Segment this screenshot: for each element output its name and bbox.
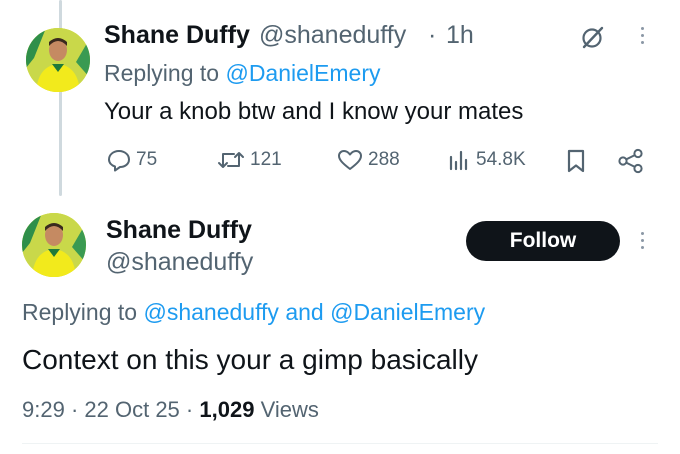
like-icon [338, 150, 362, 170]
tweet-time[interactable]: 9:29 [22, 397, 65, 422]
avatar-image [26, 28, 90, 92]
like-button[interactable]: 288 [336, 147, 400, 173]
author-handle[interactable]: @shaneduffy [106, 248, 253, 277]
reply-button[interactable]: 75 [106, 147, 157, 173]
more-icon[interactable] [641, 232, 644, 249]
reply-count: 75 [136, 149, 158, 170]
reply-icon [108, 150, 130, 172]
retweet-button[interactable]: 121 [216, 147, 282, 173]
author-name[interactable]: Shane Duffy [104, 21, 250, 50]
views-label: Views [260, 397, 319, 422]
tweet-text: Context on this your a gimp basically [22, 344, 478, 375]
avatar[interactable] [22, 213, 86, 277]
tweet-timestamp[interactable]: 1h [446, 21, 474, 50]
like-count: 288 [368, 149, 400, 170]
tweet-text: Your a knob btw and I know your mates [104, 98, 524, 125]
replying-to-link-1[interactable]: @shaneduffy [143, 299, 278, 325]
replying-to-line: Replying to @shaneduffy and @DanielEmery [22, 299, 485, 326]
author-handle[interactable]: @shaneduffy [259, 21, 406, 50]
share-icon[interactable] [616, 147, 646, 175]
tweet-date[interactable]: 22 Oct 25 [84, 397, 179, 422]
avatar[interactable] [26, 28, 90, 92]
replying-to-link[interactable]: @DanielEmery [225, 60, 380, 86]
separator-dot: · [185, 397, 194, 422]
retweet-count: 121 [250, 149, 282, 170]
author-name[interactable]: Shane Duffy [106, 216, 252, 245]
views-count: 1,029 [199, 397, 255, 422]
follow-button[interactable]: Follow [466, 221, 620, 261]
views-count: 54.8K [476, 149, 526, 170]
more-icon[interactable] [641, 27, 644, 44]
grok-icon[interactable] [578, 22, 608, 52]
retweet-icon [218, 152, 244, 168]
separator-dot: · [428, 21, 437, 49]
replying-to-line: Replying to @DanielEmery [104, 60, 380, 87]
replying-and: and [278, 299, 331, 325]
views-button[interactable]: 54.8K [446, 147, 526, 173]
separator-dot: · [70, 397, 79, 422]
replying-prefix: Replying to [22, 299, 144, 325]
avatar-image [22, 213, 86, 277]
replying-prefix: Replying to [104, 60, 226, 86]
bookmark-icon[interactable] [562, 147, 590, 175]
replying-to-link-2[interactable]: @DanielEmery [330, 299, 485, 325]
views-icon [449, 150, 468, 171]
tweet-meta: 9:29 · 22 Oct 25 · 1,029 Views [22, 397, 319, 423]
divider [22, 443, 658, 444]
